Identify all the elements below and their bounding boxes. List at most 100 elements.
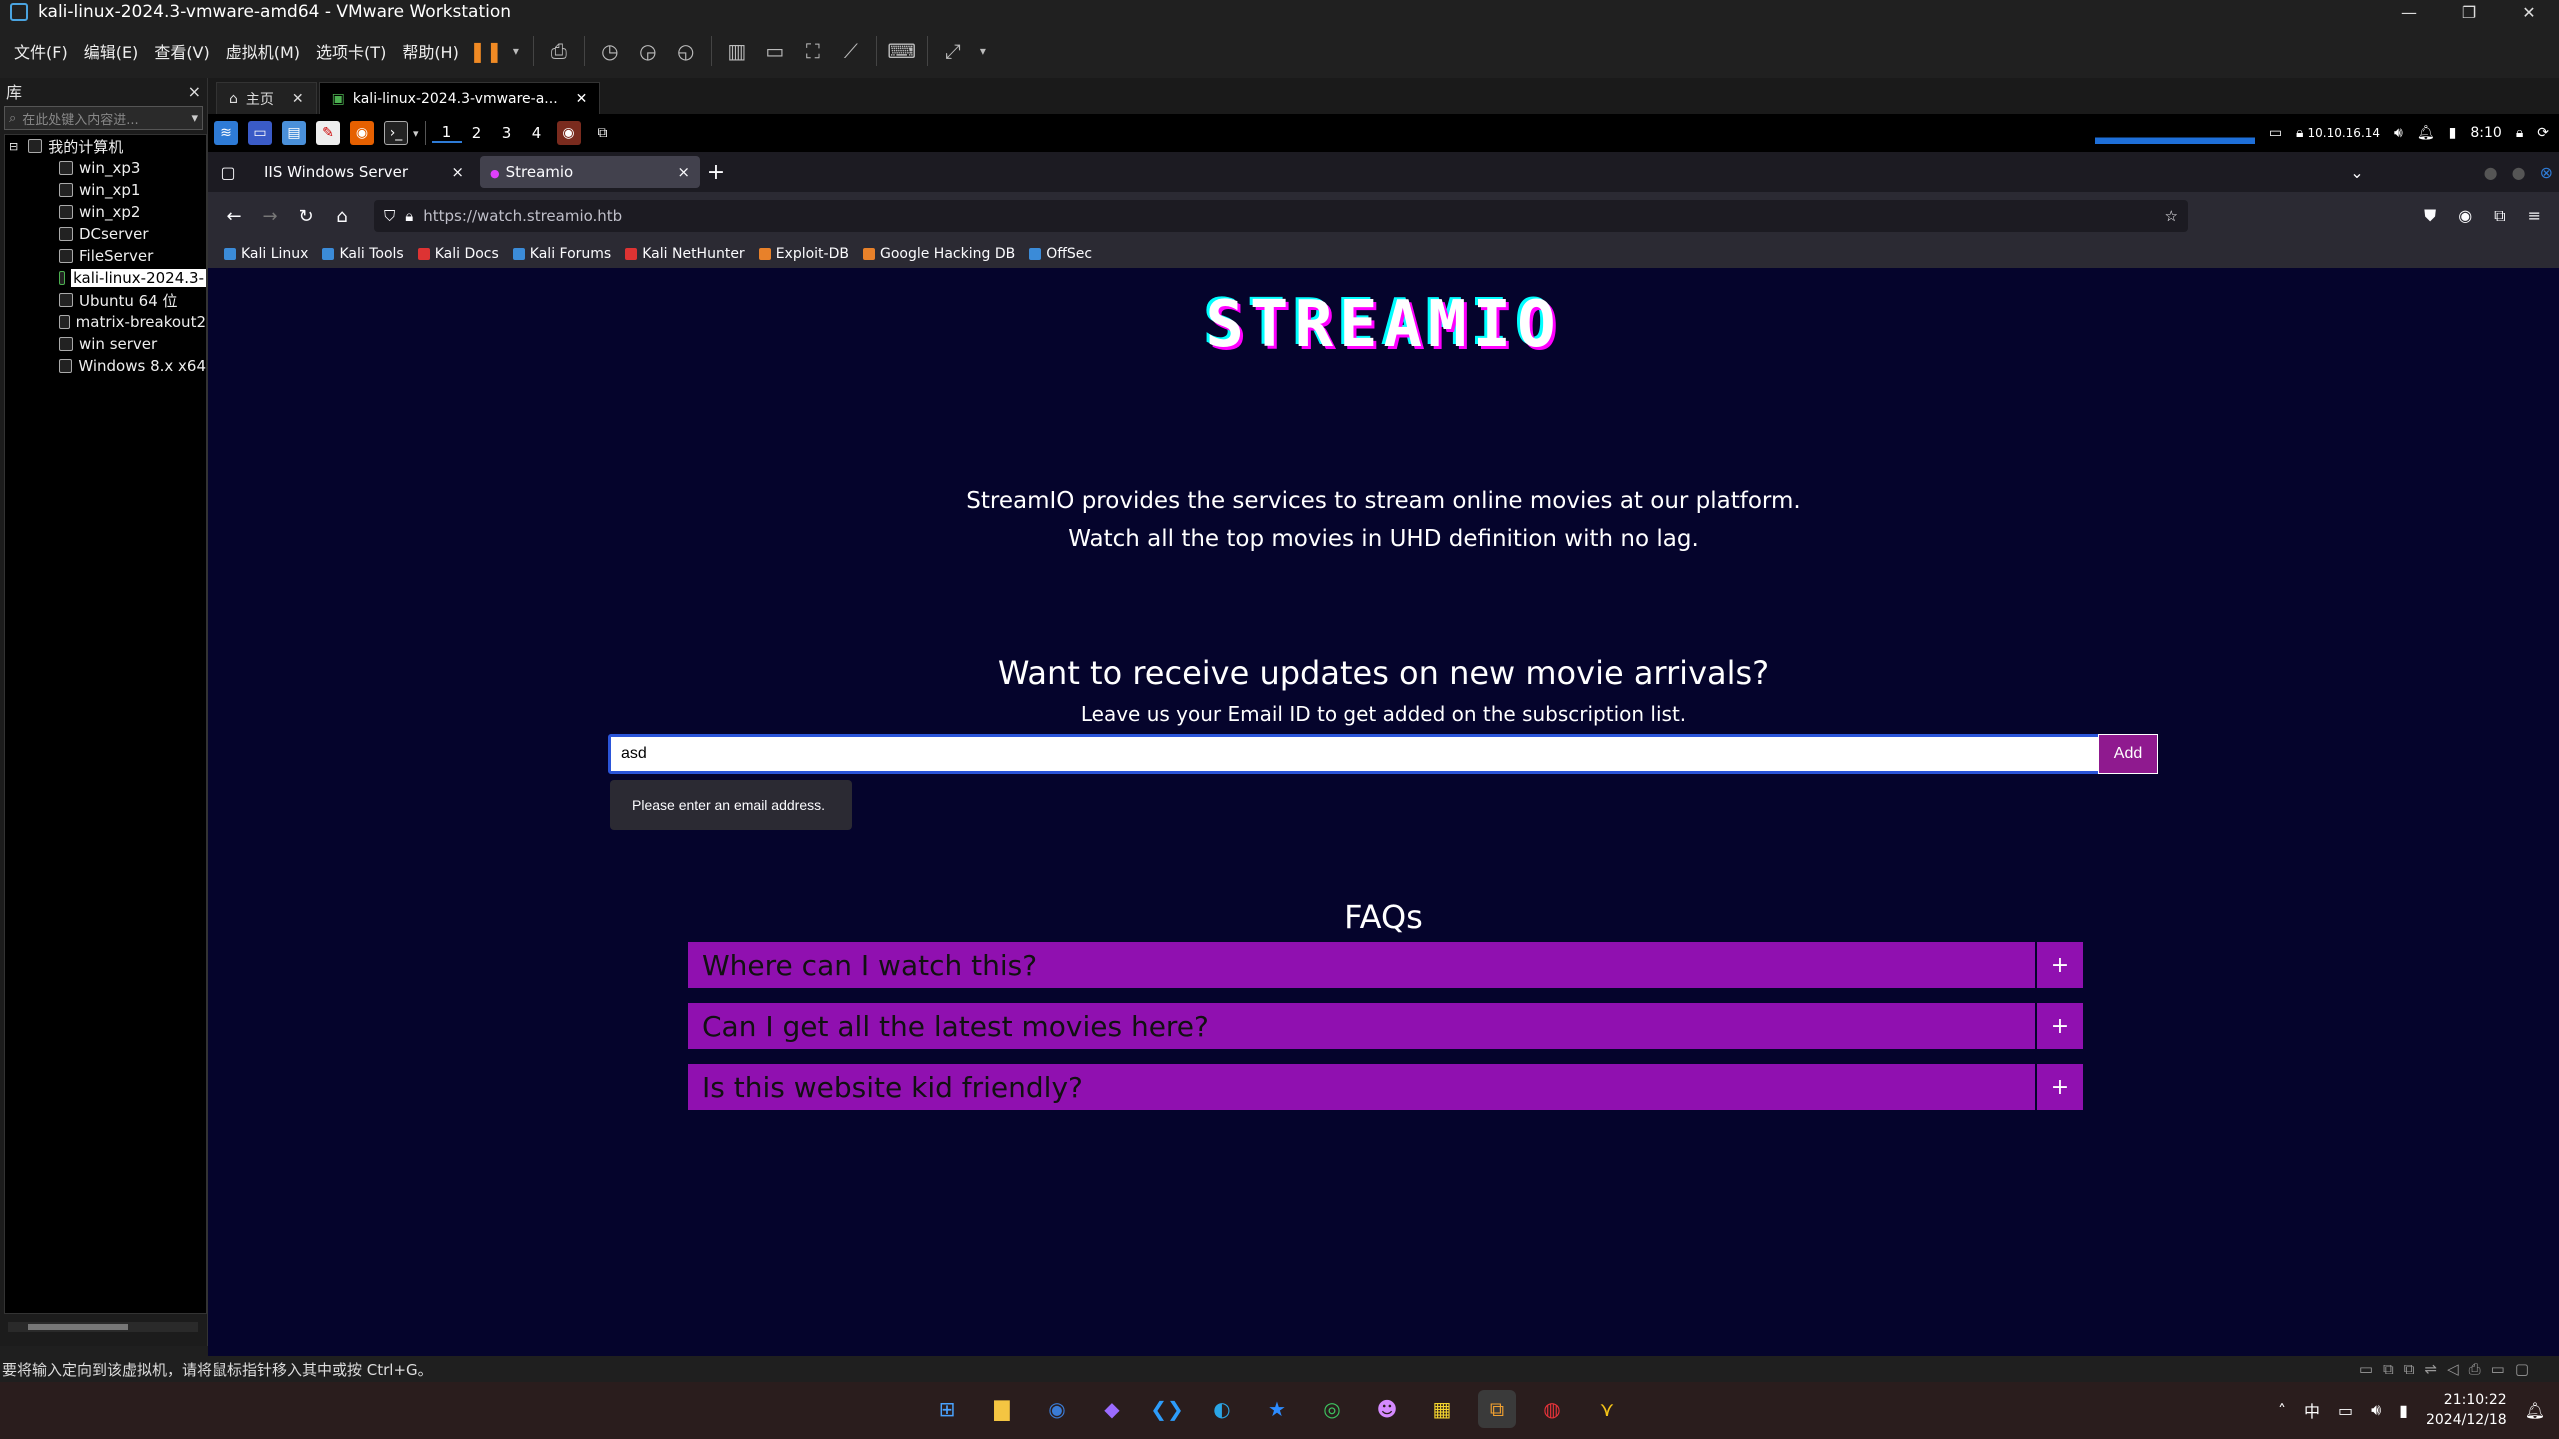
panel-clock[interactable]: 8:10 bbox=[2470, 125, 2501, 141]
printer-icon[interactable]: ⎙ bbox=[2469, 1360, 2481, 1378]
volume-icon[interactable]: 🔊︎ bbox=[2394, 125, 2403, 141]
faq-item[interactable]: Can I get all the latest movies here? + bbox=[688, 1003, 2083, 1049]
edge-icon[interactable]: ◐ bbox=[1203, 1390, 1241, 1428]
terminal-icon[interactable]: ›_ bbox=[384, 121, 408, 145]
firefox-view-icon[interactable]: ▢ bbox=[208, 163, 248, 182]
tab-iis-windows-server[interactable]: IIS Windows Server × bbox=[254, 156, 474, 188]
workspace-2[interactable]: 2 bbox=[462, 124, 492, 142]
library-search-input[interactable]: ⌕ 在此处键入内容进... ▾ bbox=[4, 106, 203, 130]
streamio-logo[interactable]: STREAMIO bbox=[208, 288, 2559, 362]
expand-icon[interactable]: + bbox=[2035, 1003, 2083, 1049]
workspace-1[interactable]: 1 bbox=[431, 123, 462, 143]
library-close-icon[interactable]: × bbox=[188, 82, 201, 101]
close-tab-icon[interactable]: × bbox=[451, 163, 464, 181]
tree-item-vm[interactable]: win_xp1 bbox=[5, 179, 206, 201]
tree-item-vm[interactable]: Ubuntu 64 位 bbox=[5, 289, 206, 311]
tree-item-vm[interactable]: win server bbox=[5, 333, 206, 355]
revert-snapshot-icon[interactable]: ◶ bbox=[633, 36, 663, 66]
bookmark-star-icon[interactable]: ☆ bbox=[2165, 207, 2178, 225]
store-star-icon[interactable]: ★ bbox=[1258, 1390, 1296, 1428]
faq-item[interactable]: Is this website kid friendly? + bbox=[688, 1064, 2083, 1110]
screenshot-window-icon[interactable]: ⧉ bbox=[591, 121, 615, 145]
show-library-icon[interactable]: ▥ bbox=[722, 36, 752, 66]
tree-item-vm[interactable]: FileServer bbox=[5, 245, 206, 267]
stretch-guest-icon[interactable]: ⤢ bbox=[938, 36, 968, 66]
app-menu-icon[interactable]: ≡ bbox=[2528, 206, 2541, 226]
tree-item-vm[interactable]: DCserver bbox=[5, 223, 206, 245]
tree-item-vm[interactable]: matrix-breakout2 bbox=[5, 311, 206, 333]
list-all-tabs-icon[interactable]: ⌄ bbox=[2350, 163, 2363, 182]
menu-view[interactable]: 查看(V) bbox=[146, 39, 217, 63]
site-lock-icon[interactable]: 🔒︎ bbox=[405, 207, 413, 225]
display-status-icon[interactable]: ▭ bbox=[2491, 1360, 2505, 1378]
tree-item-vm[interactable]: win_xp3 bbox=[5, 157, 206, 179]
bookmark-kali-linux[interactable]: Kali Linux bbox=[224, 246, 308, 262]
file-explorer-icon[interactable]: ▇ bbox=[983, 1390, 1021, 1428]
dev-tool-icon[interactable]: ⋎ bbox=[1588, 1390, 1626, 1428]
tree-item-vm[interactable]: Windows 8.x x64 bbox=[5, 355, 206, 377]
new-tab-button[interactable]: + bbox=[700, 160, 732, 185]
firefox-window-icon[interactable]: ◉ bbox=[556, 121, 581, 145]
netease-music-icon[interactable]: ◍ bbox=[1533, 1390, 1571, 1428]
unity-icon[interactable]: ⟋ bbox=[836, 36, 866, 66]
terminal-dropdown-icon[interactable]: ▾ bbox=[413, 127, 419, 140]
hdd-icon[interactable]: ▭ bbox=[2359, 1360, 2373, 1378]
extensions-icon[interactable]: ⧉ bbox=[2494, 206, 2505, 226]
wechat-icon[interactable]: ◎ bbox=[1313, 1390, 1351, 1428]
faq-question[interactable]: Where can I watch this? bbox=[688, 949, 2035, 982]
thumbnail-bar-icon[interactable]: ▭ bbox=[760, 36, 790, 66]
forward-icon[interactable]: → bbox=[252, 206, 288, 227]
usb-icon[interactable]: ⇌ bbox=[2424, 1360, 2437, 1378]
email-input[interactable] bbox=[608, 734, 2108, 774]
reload-icon[interactable]: ↻ bbox=[288, 206, 324, 227]
obsidian-icon[interactable]: ◆ bbox=[1093, 1390, 1131, 1428]
close-tab-icon[interactable]: × bbox=[677, 163, 690, 181]
menu-help[interactable]: 帮助(H) bbox=[394, 39, 467, 63]
close-window-icon[interactable]: ⊗ bbox=[2540, 163, 2553, 182]
input-method-indicator[interactable]: 中 bbox=[2304, 1398, 2320, 1422]
show-desktop-icon[interactable]: ▭ bbox=[248, 121, 272, 145]
tracking-protection-icon[interactable]: ⛉ bbox=[384, 207, 395, 225]
tab-kali-vm[interactable]: ▣ kali-linux-2024.3-vmware-a... ✕ bbox=[318, 82, 601, 114]
bookmark-kali-docs[interactable]: Kali Docs bbox=[417, 246, 499, 262]
display-icon[interactable]: ▭ bbox=[2269, 125, 2282, 141]
notification-icon[interactable]: 🔔︎ bbox=[2525, 1401, 2545, 1420]
lock-screen-icon[interactable]: 🔒︎ bbox=[2516, 125, 2523, 141]
firefox-icon[interactable]: ◉ bbox=[350, 121, 374, 145]
power-icon[interactable]: ⟳ bbox=[2537, 125, 2549, 141]
workspace-3[interactable]: 3 bbox=[492, 124, 522, 142]
notification-bell-icon[interactable]: 🔔︎ bbox=[2417, 125, 2435, 141]
bookmark-kali-forums[interactable]: Kali Forums bbox=[512, 246, 611, 262]
expand-icon[interactable]: + bbox=[2035, 942, 2083, 988]
tab-home[interactable]: ⌂ 主页 ✕ bbox=[216, 82, 317, 114]
network-adapter-2-icon[interactable]: ⧉ bbox=[2404, 1360, 2415, 1378]
tree-root-my-computer[interactable]: ⊟ 我的计算机 bbox=[5, 135, 206, 157]
menu-vm[interactable]: 虚拟机(M) bbox=[218, 39, 308, 63]
pocket-icon[interactable]: ⛊ bbox=[2424, 206, 2436, 226]
bookmark-kali-nethunter[interactable]: Kali NetHunter bbox=[625, 246, 745, 262]
chrome-icon[interactable]: ◉ bbox=[1038, 1390, 1076, 1428]
tab-streamio[interactable]: ● Streamio × bbox=[480, 156, 700, 188]
expand-icon[interactable]: + bbox=[2035, 1064, 2083, 1110]
address-bar[interactable]: ⛉ 🔒︎ https://watch.streamio.htb ☆ bbox=[374, 200, 2188, 232]
volume-icon[interactable]: 🔊︎ bbox=[2371, 1400, 2381, 1420]
network-icon[interactable]: ▭ bbox=[2338, 1401, 2353, 1420]
back-icon[interactable]: ← bbox=[216, 206, 252, 227]
bookmark-offsec[interactable]: OffSec bbox=[1029, 246, 1092, 262]
library-horizontal-scrollbar[interactable] bbox=[8, 1322, 198, 1332]
account-icon[interactable]: ◉ bbox=[2458, 206, 2472, 226]
send-ctrl-alt-del-icon[interactable]: ⎙ bbox=[544, 36, 574, 66]
notes-app-icon[interactable]: ▦ bbox=[1423, 1390, 1461, 1428]
faq-question[interactable]: Is this website kid friendly? bbox=[688, 1071, 2035, 1104]
network-adapter-icon[interactable]: ⧉ bbox=[2383, 1360, 2394, 1378]
sound-icon[interactable]: ◁ bbox=[2447, 1360, 2459, 1378]
bookmark-exploit-db[interactable]: Exploit-DB bbox=[758, 246, 849, 262]
collapse-icon[interactable]: ⊟ bbox=[9, 140, 18, 153]
file-manager-icon[interactable]: ▤ bbox=[282, 121, 306, 145]
faq-item[interactable]: Where can I watch this? + bbox=[688, 942, 2083, 988]
pause-dropdown-icon[interactable]: ▾ bbox=[509, 36, 523, 66]
faq-question[interactable]: Can I get all the latest movies here? bbox=[688, 1010, 2035, 1043]
maximize-window-icon[interactable]: ● bbox=[2512, 163, 2526, 182]
system-clock[interactable]: 21:10:22 2024/12/18 bbox=[2426, 1390, 2507, 1430]
pause-icon[interactable]: ❚❚ bbox=[469, 36, 503, 66]
